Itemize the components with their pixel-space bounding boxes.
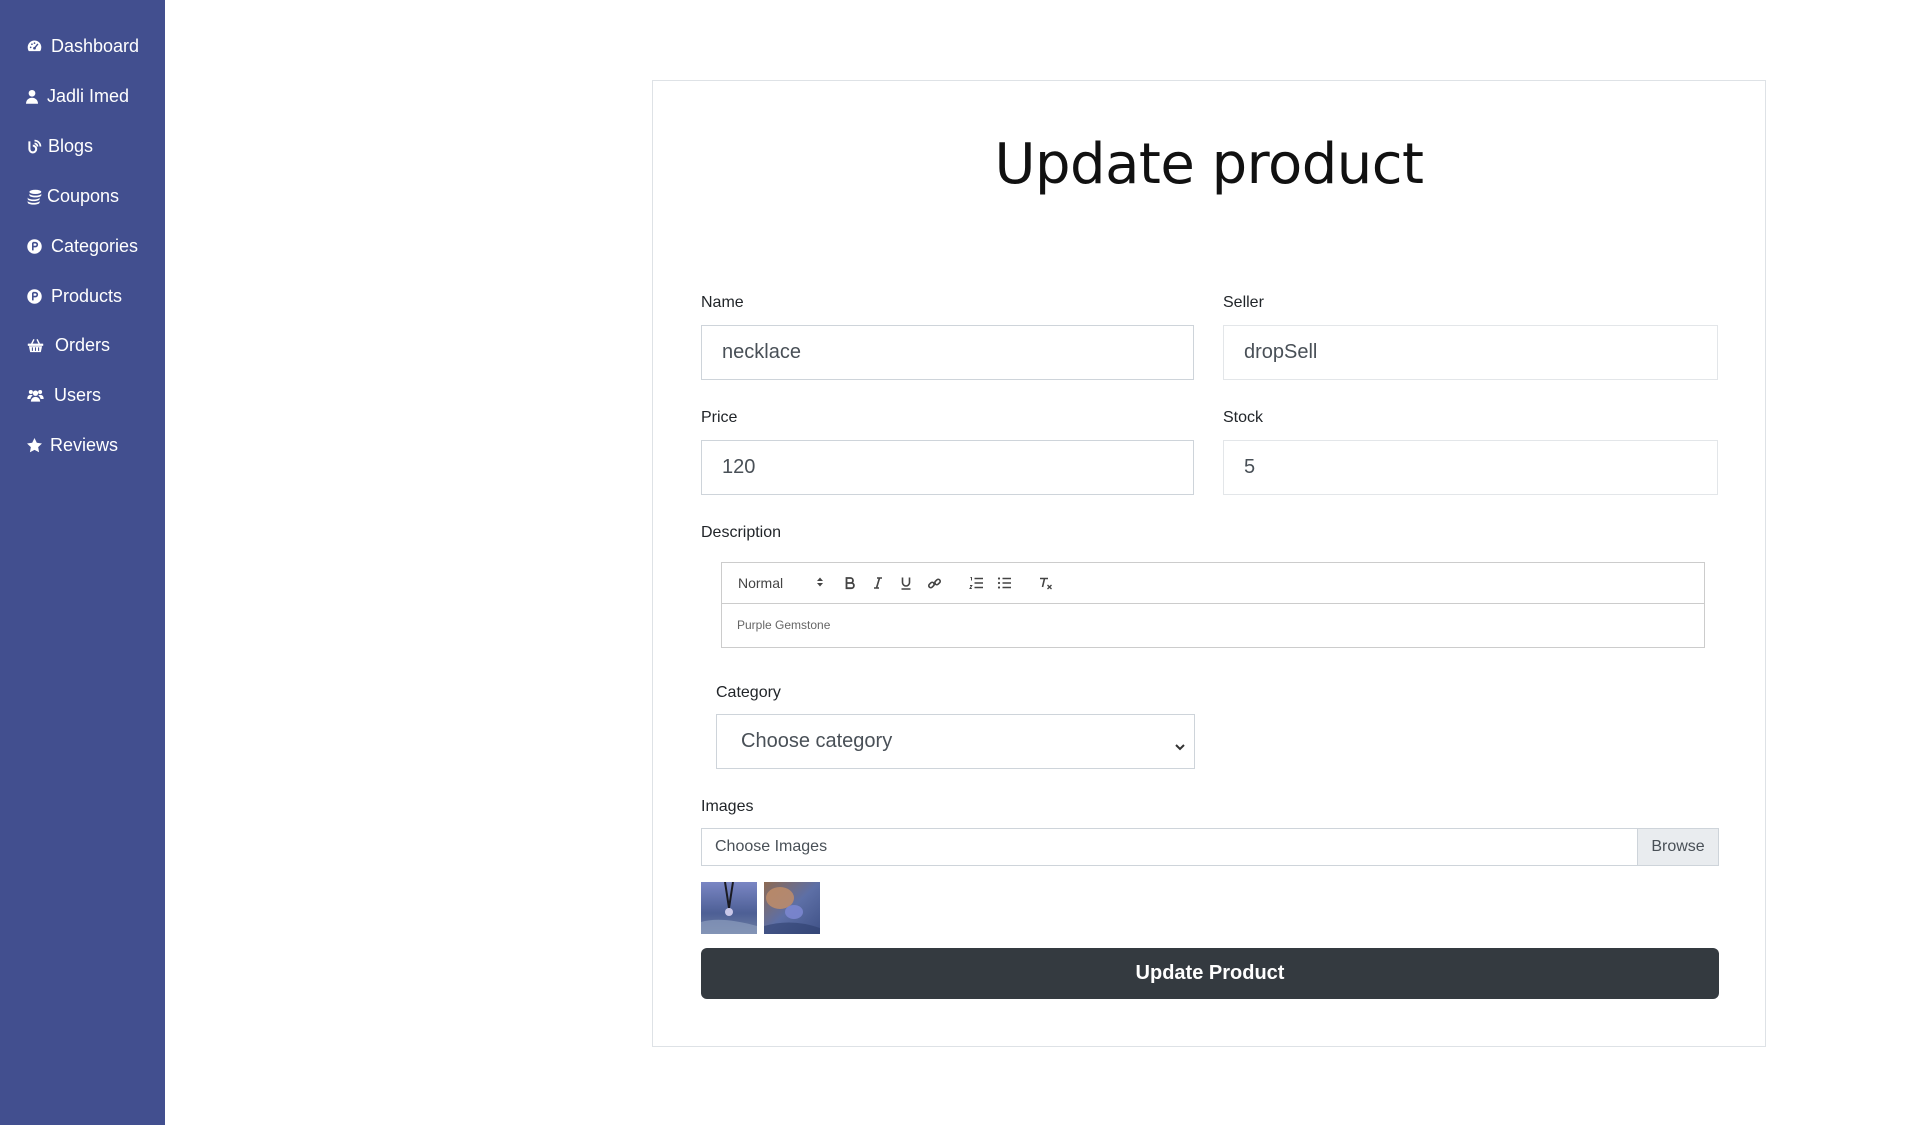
sidebar-item-categories[interactable]: Categories bbox=[24, 230, 138, 262]
sidebar: Dashboard Jadli Imed Blogs Coupons Categ… bbox=[0, 0, 165, 1125]
category-value: Choose category bbox=[741, 730, 893, 752]
format-select[interactable]: Normal bbox=[738, 575, 824, 591]
sidebar-item-label: Products bbox=[51, 285, 123, 306]
users-icon bbox=[24, 385, 46, 405]
updown-icon bbox=[816, 575, 824, 591]
user-icon bbox=[24, 86, 40, 106]
product-hunt-icon bbox=[24, 236, 44, 256]
images-file-input[interactable]: Choose Images Browse bbox=[701, 828, 1719, 866]
sidebar-item-label: Orders bbox=[55, 334, 111, 355]
tachometer-icon bbox=[24, 36, 44, 56]
star-icon bbox=[24, 435, 44, 455]
category-label: Category bbox=[716, 684, 781, 701]
file-placeholder: Choose Images bbox=[715, 838, 828, 855]
seller-label: Seller bbox=[1223, 294, 1264, 311]
name-field[interactable]: necklace bbox=[701, 325, 1194, 380]
price-field[interactable]: 120 bbox=[701, 440, 1194, 495]
italic-icon[interactable] bbox=[866, 571, 890, 595]
update-product-button[interactable]: Update Product bbox=[701, 948, 1719, 999]
seller-field[interactable]: dropSell bbox=[1223, 325, 1718, 380]
sidebar-item-label: Categories bbox=[51, 235, 139, 256]
clear-format-icon[interactable] bbox=[1034, 571, 1058, 595]
price-label: Price bbox=[701, 409, 738, 426]
sidebar-item-users[interactable]: Users bbox=[24, 379, 101, 411]
sidebar-item-label: Dashboard bbox=[51, 35, 140, 56]
sidebar-item-label: Coupons bbox=[47, 185, 120, 206]
link-icon[interactable] bbox=[922, 571, 946, 595]
blog-icon bbox=[24, 136, 44, 156]
stock-field[interactable]: 5 bbox=[1223, 440, 1718, 495]
ordered-list-icon[interactable] bbox=[964, 571, 988, 595]
name-value: necklace bbox=[722, 341, 801, 363]
category-select[interactable]: Choose category bbox=[716, 714, 1195, 769]
name-label: Name bbox=[701, 294, 744, 311]
description-editor[interactable]: Normal Purple Gemstone bbox=[721, 562, 1705, 648]
sidebar-item-orders[interactable]: Orders bbox=[24, 329, 110, 361]
stock-value: 5 bbox=[1244, 456, 1256, 478]
bold-icon[interactable] bbox=[838, 571, 862, 595]
stock-label: Stock bbox=[1223, 409, 1264, 426]
price-value: 120 bbox=[722, 456, 756, 478]
sidebar-item-reviews[interactable]: Reviews bbox=[24, 429, 118, 461]
page-title: Update product bbox=[994, 132, 1425, 197]
seller-value: dropSell bbox=[1244, 341, 1318, 363]
editor-toolbar: Normal bbox=[722, 563, 1704, 604]
coins-icon bbox=[24, 186, 44, 206]
sidebar-item-blogs[interactable]: Blogs bbox=[24, 130, 93, 162]
format-value: Normal bbox=[738, 575, 784, 591]
chevron-down-icon bbox=[1174, 735, 1186, 758]
product-image-thumbnail[interactable] bbox=[701, 882, 757, 934]
sidebar-item-coupons[interactable]: Coupons bbox=[24, 180, 119, 212]
underline-icon[interactable] bbox=[894, 571, 918, 595]
sidebar-item-label: Users bbox=[54, 384, 102, 405]
bullet-list-icon[interactable] bbox=[992, 571, 1016, 595]
images-label: Images bbox=[701, 798, 754, 815]
sidebar-item-profile[interactable]: Jadli Imed bbox=[24, 80, 129, 112]
sidebar-item-label: Blogs bbox=[48, 135, 94, 156]
description-content[interactable]: Purple Gemstone bbox=[722, 604, 1704, 646]
sidebar-item-label: Reviews bbox=[50, 434, 119, 455]
sidebar-item-products[interactable]: Products bbox=[24, 280, 122, 312]
description-label: Description bbox=[701, 524, 782, 541]
browse-button[interactable]: Browse bbox=[1637, 829, 1718, 865]
sidebar-item-dashboard[interactable]: Dashboard bbox=[24, 30, 139, 62]
product-image-thumbnail[interactable] bbox=[764, 882, 820, 934]
shopping-basket-icon bbox=[24, 335, 46, 355]
sidebar-item-label: Jadli Imed bbox=[47, 85, 130, 106]
product-hunt-icon bbox=[24, 286, 44, 306]
